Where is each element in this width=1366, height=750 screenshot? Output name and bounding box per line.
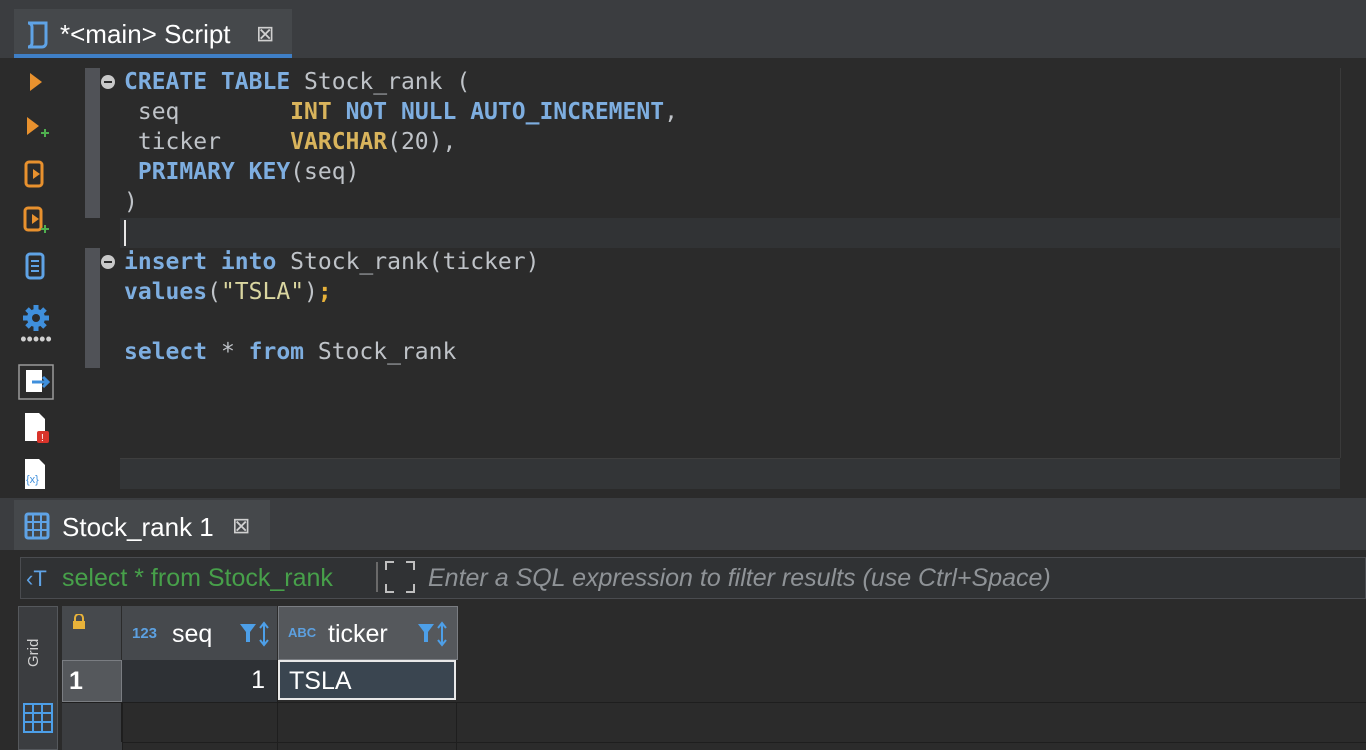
- export-button[interactable]: [14, 362, 58, 402]
- script-tab-title: *<main> Script: [60, 19, 231, 49]
- filter-separator: [376, 562, 378, 592]
- grid-view-panel[interactable]: Grid: [18, 606, 58, 750]
- script-list-icon: [25, 252, 45, 280]
- empty-header-area: [458, 606, 1366, 660]
- file-error-icon: !: [25, 413, 49, 444]
- column-divider: [277, 702, 278, 750]
- code-line-3: ticker VARCHAR(20),: [124, 129, 457, 155]
- execute-statement-button[interactable]: [14, 62, 58, 102]
- cell-ticker[interactable]: TSLA: [278, 660, 456, 700]
- code-line-4: PRIMARY KEY(seq): [137, 159, 360, 185]
- column-header-ticker-label: ticker: [328, 620, 388, 648]
- export-icon: [18, 364, 54, 400]
- editor-vertical-scrollbar[interactable]: [1340, 68, 1366, 458]
- editor-horizontal-scrollbar[interactable]: [120, 458, 1340, 489]
- row-number-empty: [62, 742, 122, 750]
- row-number-header[interactable]: [62, 606, 122, 660]
- column-divider: [456, 702, 457, 750]
- cell-seq[interactable]: 1: [122, 660, 278, 702]
- filter-input[interactable]: Enter a SQL expression to filter results…: [428, 564, 1051, 593]
- file-variable-icon: {x}: [25, 459, 45, 489]
- results-tab[interactable]: Stock_rank 1 ⊠: [14, 500, 270, 550]
- grid-side-label[interactable]: Grid: [25, 633, 51, 673]
- script-run-icon: [24, 160, 44, 188]
- play-icon: [30, 73, 42, 91]
- script-icon: [24, 19, 52, 54]
- fold-collapse-icon[interactable]: [101, 75, 115, 89]
- code-line-7: insert into Stock_rank(ticker): [124, 249, 540, 275]
- column-divider: [122, 702, 123, 750]
- ruler-gap: [85, 218, 100, 248]
- close-tab-icon[interactable]: ⊠: [232, 513, 250, 539]
- execute-script-new-tab-button[interactable]: [14, 200, 58, 240]
- toolbar-overflow-dots[interactable]: •••••: [14, 330, 58, 348]
- execute-script-button[interactable]: [14, 154, 58, 194]
- column-header-seq-label: seq: [172, 620, 213, 648]
- fold-collapse-icon[interactable]: [101, 255, 115, 269]
- filter-sort-icon[interactable]: [416, 620, 450, 655]
- filter-active-query[interactable]: select * from Stock_rank: [62, 564, 333, 593]
- play-plus-icon: [27, 117, 49, 137]
- code-line-10: select * from Stock_rank: [124, 339, 457, 365]
- editor-toolbar: ••••• ! {x}: [14, 58, 58, 498]
- row-divider: [62, 702, 1366, 703]
- close-tab-icon[interactable]: ⊠: [256, 21, 274, 47]
- row-number-empty: [62, 702, 122, 742]
- current-line-highlight: [120, 218, 1340, 248]
- table-grid-icon: [24, 512, 50, 545]
- variables-button[interactable]: {x}: [14, 454, 58, 494]
- svg-text:{x}: {x}: [26, 474, 39, 486]
- text-caret: [124, 220, 126, 246]
- results-tab-title: Stock_rank 1: [62, 512, 214, 542]
- row-number[interactable]: 1: [62, 660, 122, 702]
- lock-icon: [73, 614, 85, 629]
- execute-new-tab-button[interactable]: [14, 108, 58, 148]
- grid-icon[interactable]: [23, 703, 53, 738]
- filter-query-icon[interactable]: ‹T: [26, 566, 47, 592]
- explain-plan-button[interactable]: [14, 246, 58, 286]
- filter-sort-icon[interactable]: [238, 620, 272, 655]
- expand-icon[interactable]: [384, 560, 416, 599]
- code-line-1: CREATE TABLE Stock_rank (: [124, 69, 471, 95]
- script-run-plus-icon: [23, 206, 49, 233]
- row-divider: [62, 742, 1366, 743]
- code-line-5: ): [124, 189, 138, 215]
- numeric-type-badge: 123: [132, 625, 158, 642]
- problems-button[interactable]: !: [14, 408, 58, 448]
- text-type-badge: ABC: [288, 625, 317, 640]
- script-tab[interactable]: *<main> Script ⊠: [14, 9, 292, 58]
- code-line-2: seq INT NOT NULL AUTO_INCREMENT,: [124, 99, 678, 125]
- code-line-8: values("TSLA");: [124, 279, 332, 305]
- svg-text:!: !: [41, 433, 44, 444]
